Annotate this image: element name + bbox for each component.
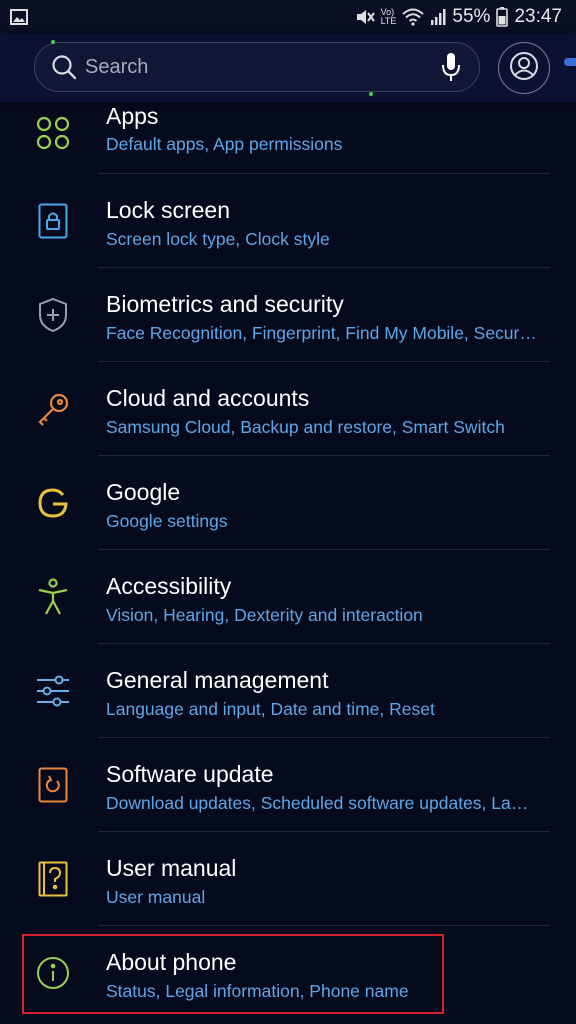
settings-item-subtitle: Language and input, Date and time, Reset [106, 699, 435, 719]
account-icon [509, 51, 539, 86]
status-bar: Vo) LTE 55% 23:47 [0, 0, 576, 34]
sliders-icon [32, 670, 74, 712]
info-icon [32, 952, 74, 994]
search-icon [51, 54, 77, 80]
settings-item-subtitle: Samsung Cloud, Backup and restore, Smart… [106, 417, 505, 437]
settings-item-title: Cloud and accounts [106, 385, 310, 411]
edge-panel-handle[interactable] [564, 58, 576, 66]
settings-item-subtitle: Download updates, Scheduled software upd… [106, 793, 529, 813]
clock: 23:47 [514, 6, 562, 27]
indicator-dot [369, 92, 373, 96]
google-icon [32, 482, 74, 524]
settings-item-title: Google [106, 479, 181, 505]
settings-item-biometrics[interactable]: Biometrics and security Face Recognition… [0, 268, 576, 362]
signal-icon [430, 8, 446, 26]
mute-icon [355, 8, 375, 26]
settings-item-title: User manual [106, 855, 237, 881]
settings-item-subtitle: Default apps, App permissions [106, 134, 343, 154]
settings-item-cloud-accounts[interactable]: Cloud and accounts Samsung Cloud, Backup… [0, 362, 576, 456]
settings-item-title: Biometrics and security [106, 291, 344, 317]
gallery-notification-icon [10, 9, 28, 25]
settings-item-subtitle: Face Recognition, Fingerprint, Find My M… [106, 323, 537, 343]
settings-item-title: Lock screen [106, 197, 231, 223]
settings-item-subtitle: Screen lock type, Clock style [106, 229, 330, 249]
settings-item-user-manual[interactable]: User manual User manual [0, 832, 576, 926]
settings-list: Apps Default apps, App permissions Lock … [0, 102, 576, 1020]
settings-item-about-phone[interactable]: About phone Status, Legal information, P… [0, 926, 576, 1020]
accessibility-icon [32, 576, 74, 618]
settings-item-general-management[interactable]: General management Language and input, D… [0, 644, 576, 738]
settings-item-title: About phone [106, 949, 237, 975]
lock-icon [32, 200, 74, 242]
mic-icon[interactable] [441, 52, 461, 82]
settings-item-google[interactable]: Google Google settings [0, 456, 576, 550]
volte-icon: Vo) LTE [380, 7, 397, 26]
settings-item-subtitle: Status, Legal information, Phone name [106, 981, 409, 1001]
settings-item-title: Apps [106, 103, 159, 129]
settings-item-title: General management [106, 667, 329, 693]
settings-item-subtitle: Vision, Hearing, Dexterity and interacti… [106, 605, 423, 625]
indicator-dot [51, 40, 55, 44]
profile-button[interactable] [498, 42, 550, 94]
settings-item-title: Software update [106, 761, 274, 787]
settings-item-title: Accessibility [106, 573, 232, 599]
search-bar[interactable]: Search [34, 42, 480, 92]
settings-item-accessibility[interactable]: Accessibility Vision, Hearing, Dexterity… [0, 550, 576, 644]
user-manual-icon [32, 858, 74, 900]
software-update-icon [32, 764, 74, 806]
settings-item-apps[interactable]: Apps Default apps, App permissions [0, 102, 576, 174]
key-icon [32, 388, 74, 430]
settings-item-lock-screen[interactable]: Lock screen Screen lock type, Clock styl… [0, 174, 576, 268]
battery-icon [496, 7, 509, 27]
settings-item-subtitle: User manual [106, 887, 206, 907]
search-header: Search [0, 34, 576, 102]
settings-item-software-update[interactable]: Software update Download updates, Schedu… [0, 738, 576, 832]
shield-icon [32, 294, 74, 336]
settings-item-subtitle: Google settings [106, 511, 228, 531]
apps-grid-icon [32, 112, 74, 154]
wifi-icon [402, 8, 425, 26]
search-input[interactable]: Search [85, 56, 441, 79]
battery-percent: 55% [452, 6, 491, 27]
